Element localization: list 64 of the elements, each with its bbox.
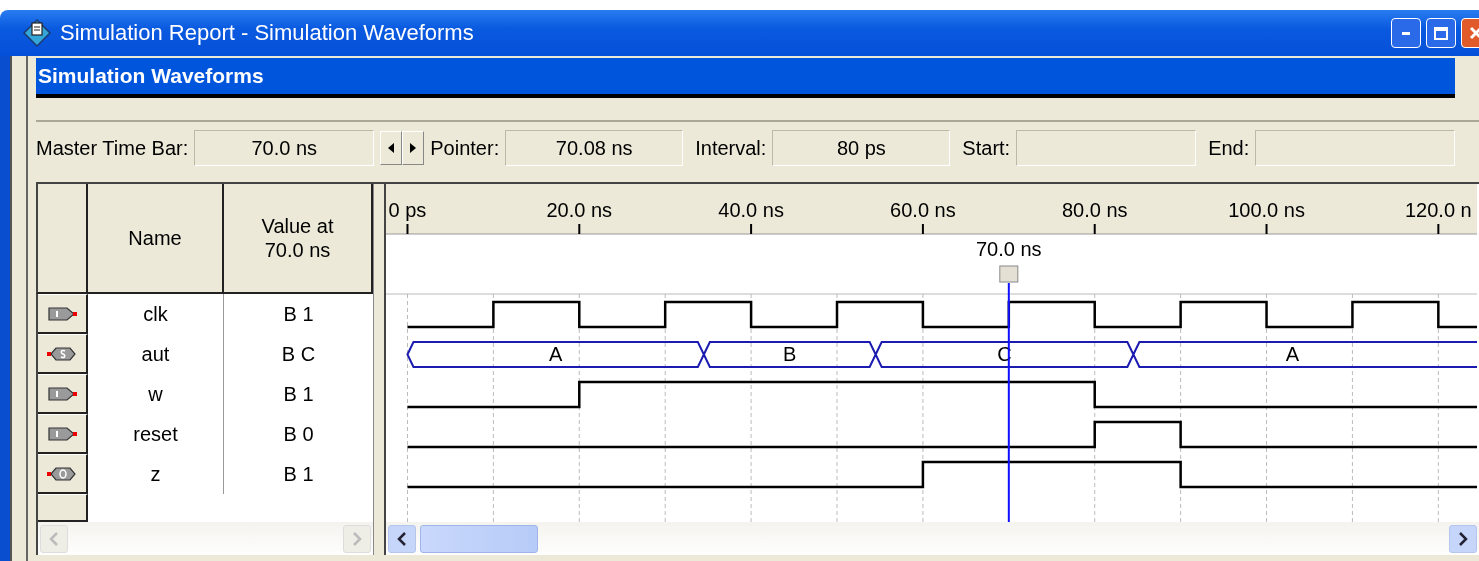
horizontal-scrollbar[interactable] — [386, 522, 1479, 555]
cursor-time-label: 70.0 ns — [976, 238, 1042, 260]
time-tick-label: 40.0 ns — [718, 199, 784, 221]
next-button[interactable] — [402, 131, 425, 165]
row-header-cell[interactable] — [38, 454, 88, 494]
start-field[interactable] — [1016, 130, 1197, 166]
input-pin-icon — [47, 305, 77, 322]
time-tick-label: 80.0 ns — [1061, 199, 1128, 221]
column-header[interactable]: Name — [88, 184, 224, 292]
minimize-button[interactable] — [1391, 18, 1421, 48]
signal-value: B 1 — [282, 461, 315, 487]
signal-name[interactable]: w — [88, 374, 224, 414]
right-chevron-icon — [1458, 531, 1468, 546]
bus-value-label: B — [783, 343, 797, 365]
app-icon — [22, 18, 52, 48]
left-arrow-icon — [388, 143, 395, 153]
bus-pin-icon — [47, 345, 77, 362]
start-label: Start: — [962, 136, 1011, 160]
end-field[interactable] — [1255, 130, 1456, 166]
pointer-field[interactable]: 70.08 ns — [505, 130, 684, 166]
interval-label: Interval: — [695, 136, 767, 160]
time-tick-label: 120.0 n — [1405, 199, 1472, 221]
signal-name[interactable]: reset — [88, 414, 224, 454]
scroll-thumb[interactable] — [420, 524, 538, 553]
signal-name[interactable]: aut — [88, 334, 224, 374]
right-arrow-icon — [410, 143, 417, 153]
row-header-cell[interactable] — [38, 414, 88, 454]
interval-field[interactable]: 80 ps — [772, 130, 951, 166]
right-chevron-icon — [352, 531, 362, 546]
cursor-handle[interactable] — [999, 265, 1019, 283]
panel-title: Simulation Waveforms — [36, 58, 1455, 98]
maximize-icon — [1434, 26, 1448, 40]
bus-value-label: A — [1285, 343, 1299, 365]
left-chevron-icon — [49, 531, 59, 546]
signal-value: B C — [280, 341, 317, 367]
time-tick-label: 60.0 ns — [890, 199, 956, 221]
signal-value: B 1 — [282, 301, 315, 327]
row-header-cell[interactable] — [38, 294, 88, 334]
time-tick-label: 100.0 ns — [1228, 199, 1305, 221]
time-tick-label: 20.0 ns — [546, 199, 613, 221]
window-title: Simulation Report - Simulation Waveforms — [60, 20, 474, 46]
time-tick-label: 0 ps — [388, 199, 427, 221]
signal-value: B 1 — [282, 381, 315, 407]
row-header-cell[interactable] — [38, 374, 88, 414]
maximize-button[interactable] — [1426, 18, 1456, 48]
row-header-cell[interactable] — [38, 334, 88, 374]
input-pin-icon — [47, 425, 77, 442]
bus-value-label: A — [549, 343, 563, 365]
output-pin-icon — [47, 465, 77, 482]
close-icon — [1469, 26, 1479, 40]
signal-value: B 0 — [282, 421, 315, 447]
input-pin-icon — [47, 385, 77, 402]
pointer-label: Pointer: — [430, 136, 500, 160]
master-time-bar-label: Master Time Bar: — [36, 136, 189, 160]
master-time-bar-field[interactable]: 70.0 ns — [194, 130, 375, 166]
left-chevron-icon — [397, 531, 407, 546]
minimize-icon — [1402, 31, 1410, 35]
signal-name[interactable]: z — [88, 454, 224, 494]
previous-button[interactable] — [380, 131, 403, 165]
splitter-bar[interactable] — [373, 184, 386, 522]
signal-name[interactable]: clk — [88, 294, 224, 334]
end-label: End: — [1208, 136, 1250, 160]
scroll-right-button[interactable] — [1449, 524, 1477, 553]
scroll-left-button[interactable] — [388, 524, 416, 553]
